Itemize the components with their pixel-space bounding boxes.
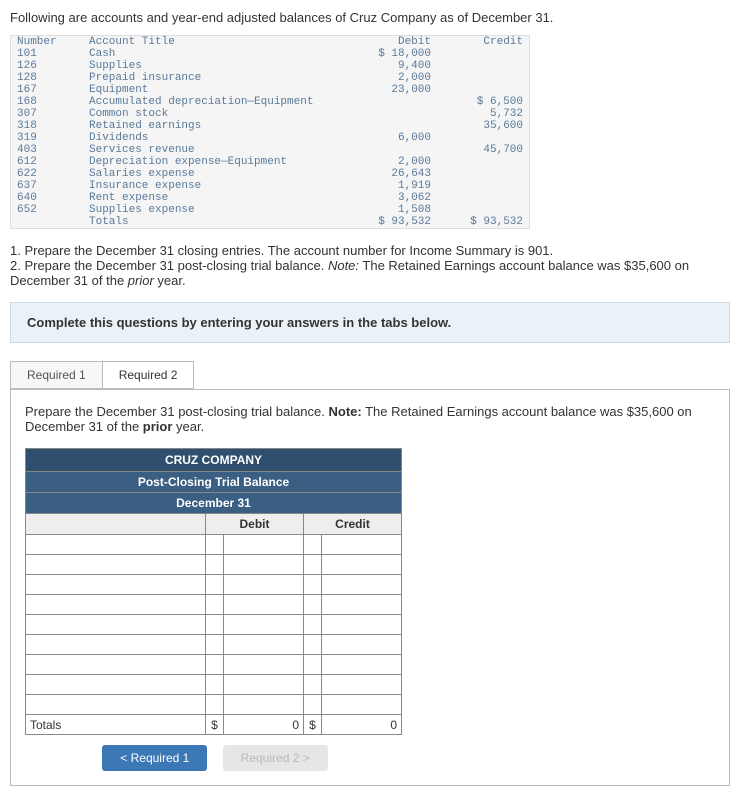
intro-text: Following are accounts and year-end adju…	[10, 10, 724, 25]
credit-input[interactable]	[322, 555, 402, 575]
ledger-row: 168Accumulated depreciation—Equipment$ 6…	[11, 96, 530, 108]
debit-input[interactable]	[224, 575, 304, 595]
totals-label: Totals	[26, 715, 206, 735]
ledger-row: 640Rent expense3,062	[11, 192, 530, 204]
credit-input[interactable]	[322, 695, 402, 715]
ledger-hdr-number: Number	[11, 36, 84, 49]
dollar-sign: $	[304, 715, 322, 735]
next-button[interactable]: Required 2 >	[223, 745, 328, 771]
ledger-table: Number Account Title Debit Credit 101Cas…	[10, 35, 530, 229]
debit-input[interactable]	[224, 655, 304, 675]
tab-desc-note: Note:	[329, 404, 362, 419]
tab-desc-a: Prepare the December 31 post-closing tri…	[25, 404, 329, 419]
tab-required-2[interactable]: Required 2	[103, 361, 195, 389]
instr-prior-emph: prior	[128, 273, 154, 288]
dollar-sign: $	[206, 715, 224, 735]
instr-line2c: year.	[154, 273, 186, 288]
ledger-hdr-title: Account Title	[83, 36, 345, 49]
credit-input[interactable]	[322, 535, 402, 555]
account-input[interactable]	[26, 695, 206, 715]
account-input[interactable]	[26, 655, 206, 675]
debit-input[interactable]	[224, 615, 304, 635]
instruction-box: Complete this questions by entering your…	[10, 302, 730, 343]
account-input[interactable]	[26, 615, 206, 635]
credit-input[interactable]	[322, 615, 402, 635]
table-row	[26, 695, 402, 715]
totals-credit: 0	[322, 715, 402, 735]
ledger-row: 101Cash$ 18,000	[11, 48, 530, 60]
account-input[interactable]	[26, 555, 206, 575]
table-row	[26, 635, 402, 655]
table-row	[26, 675, 402, 695]
account-input[interactable]	[26, 675, 206, 695]
ledger-row: 307Common stock5,732	[11, 108, 530, 120]
debit-input[interactable]	[224, 675, 304, 695]
answer-debit-hdr: Debit	[206, 514, 304, 535]
nav-buttons: < Required 1 Required 2 >	[25, 745, 405, 771]
account-input[interactable]	[26, 535, 206, 555]
debit-input[interactable]	[224, 595, 304, 615]
ledger-row: 318Retained earnings35,600	[11, 120, 530, 132]
tab-content: Prepare the December 31 post-closing tri…	[10, 389, 730, 786]
answer-acct-hdr	[26, 514, 206, 535]
account-input[interactable]	[26, 575, 206, 595]
prev-button[interactable]: < Required 1	[102, 745, 207, 771]
credit-input[interactable]	[322, 635, 402, 655]
tab-desc-prior: prior	[143, 419, 173, 434]
answer-credit-hdr: Credit	[304, 514, 402, 535]
ledger-row: 319Dividends6,000	[11, 132, 530, 144]
tab-description: Prepare the December 31 post-closing tri…	[25, 404, 715, 434]
table-row	[26, 595, 402, 615]
table-row	[26, 615, 402, 635]
answer-title: Post-Closing Trial Balance	[26, 472, 402, 493]
instr-line1: 1. Prepare the December 31 closing entri…	[10, 243, 553, 258]
ledger-hdr-debit: Debit	[345, 36, 437, 49]
answer-table: CRUZ COMPANY Post-Closing Trial Balance …	[25, 448, 402, 735]
tab-bar: Required 1 Required 2	[10, 361, 724, 389]
ledger-hdr-credit: Credit	[437, 36, 530, 49]
ledger-totals-row: Totals$ 93,532$ 93,532	[11, 216, 530, 229]
tab-desc-c: year.	[172, 419, 204, 434]
ledger-row: 167Equipment23,000	[11, 84, 530, 96]
ledger-row: 128Prepaid insurance2,000	[11, 72, 530, 84]
table-row	[26, 555, 402, 575]
ledger-row: 403Services revenue45,700	[11, 144, 530, 156]
ledger-row: 612Depreciation expense—Equipment2,000	[11, 156, 530, 168]
account-input[interactable]	[26, 635, 206, 655]
credit-input[interactable]	[322, 595, 402, 615]
table-row	[26, 655, 402, 675]
credit-input[interactable]	[322, 575, 402, 595]
totals-debit: 0	[224, 715, 304, 735]
instructions: 1. Prepare the December 31 closing entri…	[10, 243, 724, 288]
ledger-row: 126Supplies9,400	[11, 60, 530, 72]
account-input[interactable]	[26, 595, 206, 615]
credit-input[interactable]	[322, 675, 402, 695]
debit-input[interactable]	[224, 555, 304, 575]
ledger-row: 652Supplies expense1,508	[11, 204, 530, 216]
table-row	[26, 575, 402, 595]
credit-input[interactable]	[322, 655, 402, 675]
answer-date: December 31	[26, 493, 402, 514]
table-row	[26, 535, 402, 555]
debit-input[interactable]	[224, 535, 304, 555]
tab-required-1[interactable]: Required 1	[10, 361, 103, 389]
answer-company: CRUZ COMPANY	[26, 449, 402, 472]
ledger-row: 622Salaries expense26,643	[11, 168, 530, 180]
instr-line2a: 2. Prepare the December 31 post-closing …	[10, 258, 328, 273]
instr-note-emph: Note:	[328, 258, 359, 273]
debit-input[interactable]	[224, 695, 304, 715]
debit-input[interactable]	[224, 635, 304, 655]
totals-row: Totals $ 0 $ 0	[26, 715, 402, 735]
ledger-row: 637Insurance expense1,919	[11, 180, 530, 192]
